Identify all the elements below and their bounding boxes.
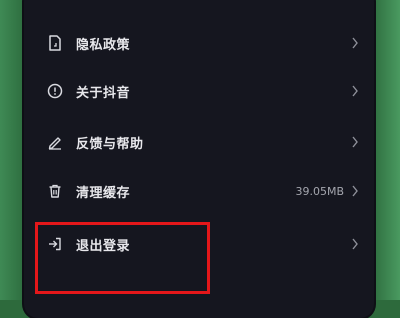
settings-item-about[interactable]: 关于抖音 [24,66,374,116]
cache-size-value: 39.05MB [295,184,344,198]
background-right [372,0,400,300]
settings-item-clear-cache[interactable]: 清理缓存 39.05MB [24,166,374,216]
chevron-right-icon [350,237,360,251]
pencil-icon [46,133,64,151]
settings-item-label: 关于抖音 [76,85,131,101]
chevron-right-icon [350,84,360,98]
info-icon [46,82,64,100]
document-icon [46,34,64,52]
chevron-right-icon [350,135,360,149]
settings-item-feedback[interactable]: 反馈与帮助 [24,117,374,167]
settings-item-privacy[interactable]: 隐私政策 [24,18,374,68]
background-left [0,0,26,300]
settings-item-label: 反馈与帮助 [76,136,144,152]
settings-item-label: 清理缓存 [76,185,131,201]
chevron-right-icon [350,184,360,198]
chevron-right-icon [350,36,360,50]
settings-item-label: 隐私政策 [76,37,131,53]
highlight-box [35,222,210,294]
trash-icon [46,182,64,200]
